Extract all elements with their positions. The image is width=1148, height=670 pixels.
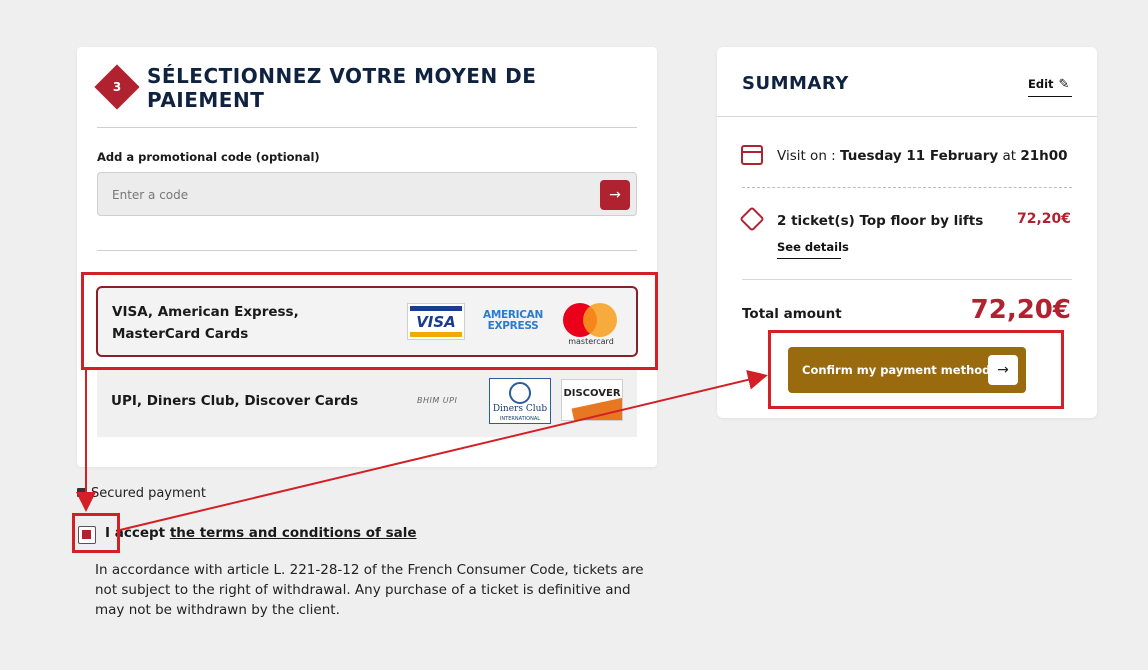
divider (742, 187, 1072, 188)
step-number: 3 (112, 80, 122, 94)
ticket-icon (739, 206, 765, 232)
ticket-label: 2 ticket(s) Top floor by lifts (777, 213, 984, 229)
lock-icon (77, 488, 87, 497)
divider (717, 116, 1097, 117)
promo-code-label: Add a promotional code (optional) (97, 150, 320, 164)
summary-title: SUMMARY (742, 73, 849, 94)
total-label: Total amount (742, 306, 842, 322)
promo-code-field: → (97, 172, 637, 216)
payment-option-label: UPI, Diners Club, Discover Cards (111, 393, 359, 409)
divider (97, 250, 637, 251)
divider (97, 127, 637, 128)
pencil-icon: ✎ (1058, 77, 1070, 92)
legal-notice: In accordance with article L. 221-28-12 … (95, 562, 644, 618)
secured-payment: Secured payment (77, 486, 206, 501)
terms-label: I accept the terms and conditions of sal… (105, 525, 417, 541)
visit-date: Visit on : Tuesday 11 February at 21h00 (777, 148, 1068, 164)
see-details-link[interactable]: See details (777, 240, 849, 254)
arrow-right-icon: → (609, 187, 621, 203)
edit-link[interactable]: Edit ✎ (1028, 77, 1069, 92)
total-value: 72,20€ (970, 295, 1071, 325)
ticket-price: 72,20€ (1016, 211, 1071, 227)
payment-method-card: 3 SÉLECTIONNEZ VOTRE MOYEN DE PAIEMENT A… (77, 47, 657, 467)
payment-option-upi-diners-discover[interactable]: UPI, Diners Club, Discover Cards BHIM UP… (97, 367, 637, 437)
promo-code-input[interactable] (112, 185, 582, 205)
calendar-icon (741, 145, 763, 165)
highlight-confirm-button (768, 330, 1064, 409)
terms-link[interactable]: the terms and conditions of sale (170, 525, 417, 541)
step-title: SÉLECTIONNEZ VOTRE MOYEN DE PAIEMENT (147, 64, 537, 112)
divider (742, 279, 1072, 280)
promo-submit-button[interactable]: → (600, 180, 630, 210)
highlight-terms-checkbox (72, 513, 120, 553)
highlight-payment-option (81, 272, 658, 370)
discover-logo: DISCOVER (561, 379, 623, 421)
diners-club-logo: Diners Club INTERNATIONAL (489, 378, 551, 424)
bhim-upi-logo: BHIM UPI (417, 396, 458, 405)
